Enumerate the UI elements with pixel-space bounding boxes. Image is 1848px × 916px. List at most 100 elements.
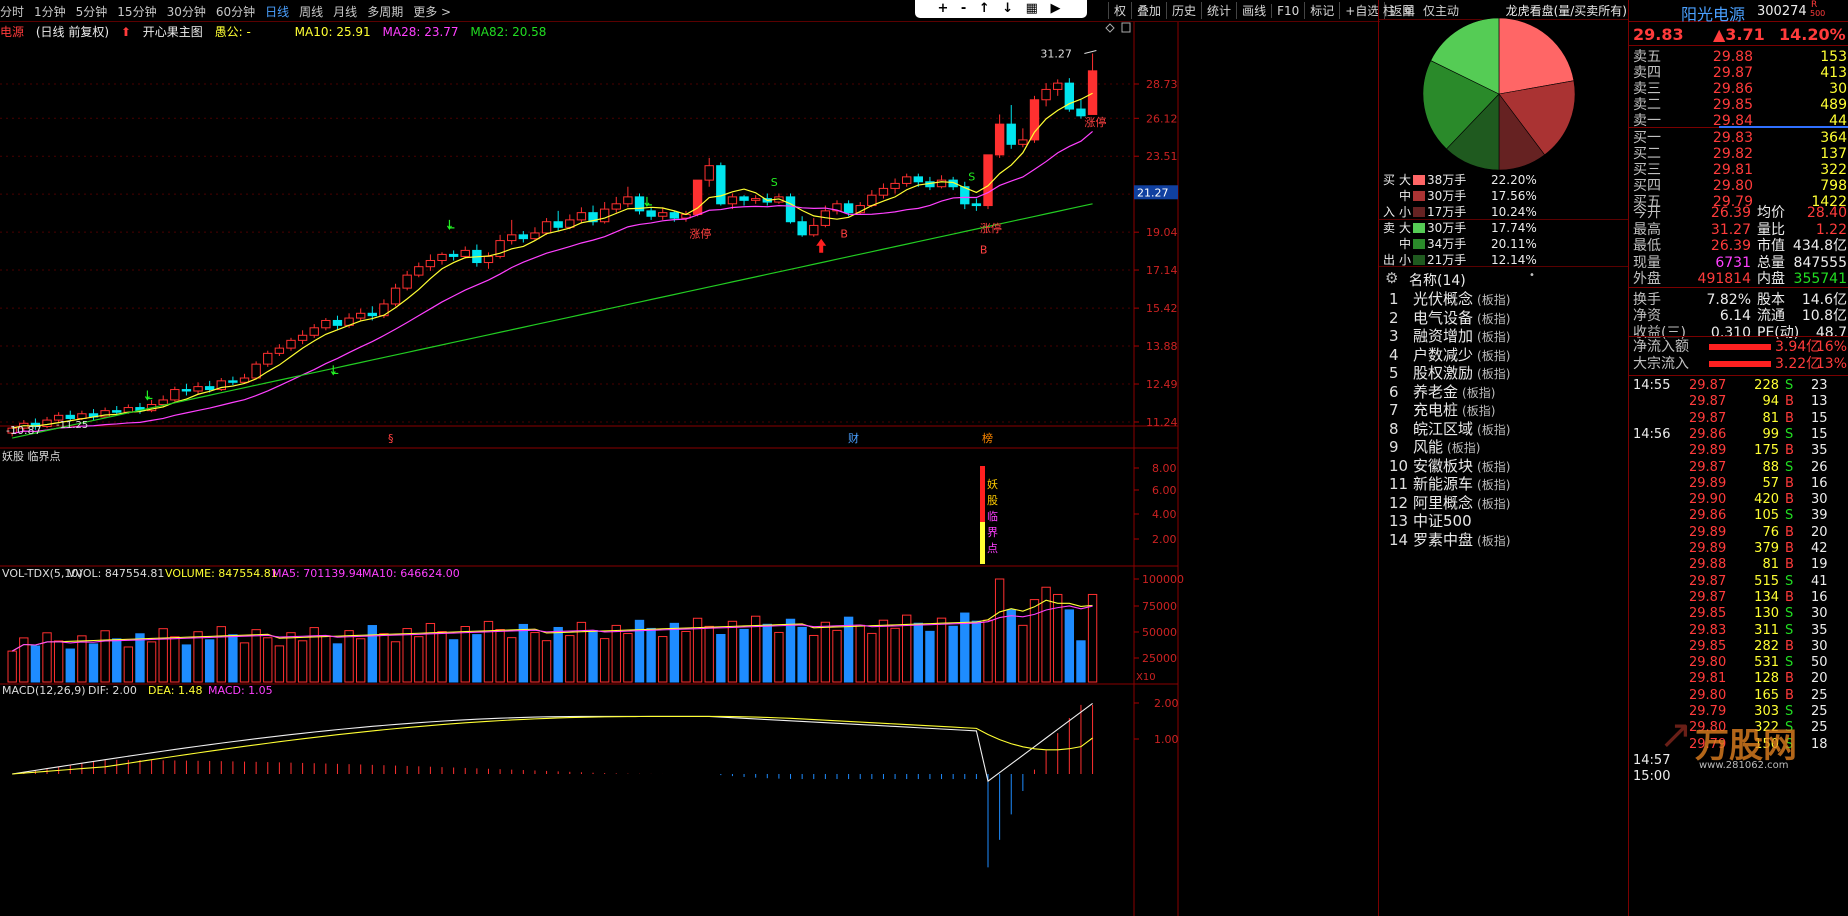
stat-value: 6731 <box>1715 254 1751 271</box>
period-tab[interactable]: 多周期 <box>367 3 403 20</box>
period-tab[interactable]: 60分钟 <box>216 3 255 20</box>
tick-count: 50 <box>1811 655 1828 671</box>
tick-count: 41 <box>1811 573 1828 589</box>
volume-bar <box>948 625 958 683</box>
book-price: 29.85 <box>1712 97 1753 113</box>
kline-chart[interactable]: 28.7326.1223.5121.1619.0417.1415.4213.88… <box>0 22 1378 916</box>
ask-row: 卖二 29.85 489 <box>1633 97 1847 113</box>
tick-list[interactable]: 14:55 29.87 228 S 23 29.87 94 B 13 29.87 81 B 15 14:5… <box>1629 375 1848 916</box>
netflow-bar <box>1709 361 1771 367</box>
toolbar-button[interactable]: 叠加 <box>1131 2 1166 19</box>
period-tab[interactable]: 日线 <box>265 3 289 20</box>
volume-bar <box>832 629 842 683</box>
volume-bar <box>181 644 192 683</box>
candle-body <box>1087 70 1098 115</box>
tab-active-only[interactable]: 仅主动 <box>1419 2 1463 19</box>
tick-row: 29.85 130 S 30 <box>1629 606 1847 622</box>
flow-row: 买大 38万手 22.20% <box>1379 172 1629 188</box>
period-tab[interactable]: 5分钟 <box>76 3 108 20</box>
period-tab[interactable]: 分时 <box>0 3 24 20</box>
toolbar-button[interactable]: 标记 <box>1304 2 1339 19</box>
tick-row: 29.79 303 S 25 <box>1629 704 1847 720</box>
current-price: 29.83 <box>1633 25 1684 44</box>
candle-label: 涨停 <box>980 221 1002 235</box>
tick-row: 29.79 150 S 18 <box>1629 737 1847 753</box>
toolbar-button[interactable]: F10 <box>1271 4 1304 18</box>
toolbar-button[interactable]: 画线 <box>1236 2 1271 19</box>
toolbar-button[interactable]: 历史 <box>1166 2 1201 19</box>
candle-body <box>518 234 529 240</box>
period-tab[interactable]: 更多 > <box>413 3 451 20</box>
concept-item[interactable]: 14 罗素中盘 (板指) <box>1389 529 1510 551</box>
concept-name: 光伏概念 <box>1413 290 1474 308</box>
volume-bar <box>402 628 412 683</box>
tick-row: 29.81 128 B 20 <box>1629 671 1847 687</box>
book-level: 卖二 <box>1633 97 1661 113</box>
toolbar-button[interactable]: 权 <box>1108 2 1131 19</box>
candle-body <box>297 334 308 341</box>
candle-label: 涨停 <box>689 227 711 241</box>
period-tab[interactable]: 1分钟 <box>34 3 66 20</box>
tick-row: 29.89 175 B 35 <box>1629 443 1847 459</box>
toolbar-button[interactable]: 统计 <box>1201 2 1236 19</box>
tick-volume: 57 <box>1762 475 1779 491</box>
period-tabs[interactable]: 分时 1分钟 5分钟 15分钟 30分钟 60分钟 日线 周线 月线 多周期 更多 > <box>0 3 461 19</box>
zoom-controls[interactable]: + - ↑ ↓ ▦ ▶ <box>915 0 1087 18</box>
stat-label-2: 市值 <box>1757 238 1785 254</box>
tick-volume: 150 <box>1754 736 1779 752</box>
candle-body <box>321 319 331 329</box>
volume-bar <box>30 645 41 683</box>
concept-name: 阿里概念 <box>1413 493 1474 512</box>
volume-bar <box>658 636 668 683</box>
period-tab[interactable]: 15分钟 <box>117 3 156 20</box>
volume-bar <box>588 630 598 683</box>
stat-label: 净资 <box>1633 308 1661 324</box>
quote-stats: 今开 26.39 均价 28.40 最高 31.27 量比 1.22 最低 26.39 市值 434.… <box>1629 205 1848 341</box>
volume-bar <box>507 637 517 683</box>
price-tick-label: 15.42 <box>1146 302 1178 315</box>
concept-name: 风能 <box>1413 438 1444 456</box>
flow-color-swatch <box>1413 223 1425 233</box>
tick-price: 29.89 <box>1689 475 1727 491</box>
stat-label-2: 股本 <box>1757 291 1785 308</box>
tab-bar[interactable]: 柱 <box>1379 2 1399 19</box>
book-level: 卖四 <box>1633 65 1661 81</box>
concept-suffix: (板指) <box>1462 404 1496 418</box>
volume-bar <box>925 630 935 683</box>
kline-chart-area[interactable]: 28.7326.1223.5121.1619.0417.1415.4213.88… <box>0 22 1378 916</box>
main-indicator-name[interactable]: 开心果主图 <box>143 25 203 39</box>
tab-single[interactable]: 单 <box>1399 2 1419 19</box>
candle-body <box>170 389 180 401</box>
tick-volume: 105 <box>1754 508 1779 524</box>
macd-axis-label: 1.00 <box>1154 733 1179 746</box>
period-tab[interactable]: 30分钟 <box>167 3 206 20</box>
tick-row: 15:00 <box>1629 769 1847 785</box>
tick-volume: 282 <box>1754 638 1779 654</box>
tick-direction: S <box>1785 426 1794 442</box>
tick-row: 29.80 165 B 25 <box>1629 688 1847 704</box>
period-tab[interactable]: 月线 <box>333 3 357 20</box>
flow-color-swatch <box>1413 255 1425 265</box>
function-toolbar[interactable]: 权叠加 历史 统计 画线 F10 标记 +自选 返回 <box>1108 2 1419 20</box>
stat-value: 26.39 <box>1710 238 1751 254</box>
tick-price: 29.79 <box>1689 704 1727 719</box>
tick-row: 29.80 531 S 50 <box>1629 655 1847 671</box>
volume-bar <box>42 632 52 683</box>
gear-icon[interactable]: ⚙ <box>1385 269 1398 287</box>
stat-value-2: 10.8亿 <box>1801 308 1847 324</box>
concept-list[interactable]: 1 光伏概念 (板指) 2 电气设备 (板指) 3 融资增加 (板指) 4 户数减少 (板指) 5 股权激… <box>1379 288 1629 668</box>
diamond-icon <box>1105 23 1115 33</box>
concept-name: 融资增加 <box>1413 327 1474 345</box>
flow-color-swatch <box>1413 239 1425 249</box>
bid-row: 买三 29.81 322 <box>1633 162 1847 178</box>
high-price-label: 31.27 <box>1040 47 1072 60</box>
candle-body <box>658 212 668 217</box>
stat-row: 最低 26.39 市值 434.8亿 <box>1633 238 1847 254</box>
candle-label: 涨停 <box>1084 115 1106 129</box>
book-volume: 153 <box>1820 49 1847 65</box>
net-flow: 净流入额 3.94亿 16% 大宗流入 3.22亿 13% <box>1629 336 1848 376</box>
period-tab[interactable]: 周线 <box>299 3 323 20</box>
volume-bar <box>623 633 633 683</box>
event-mark: § <box>388 432 394 445</box>
tick-price: 29.87 <box>1689 410 1727 426</box>
